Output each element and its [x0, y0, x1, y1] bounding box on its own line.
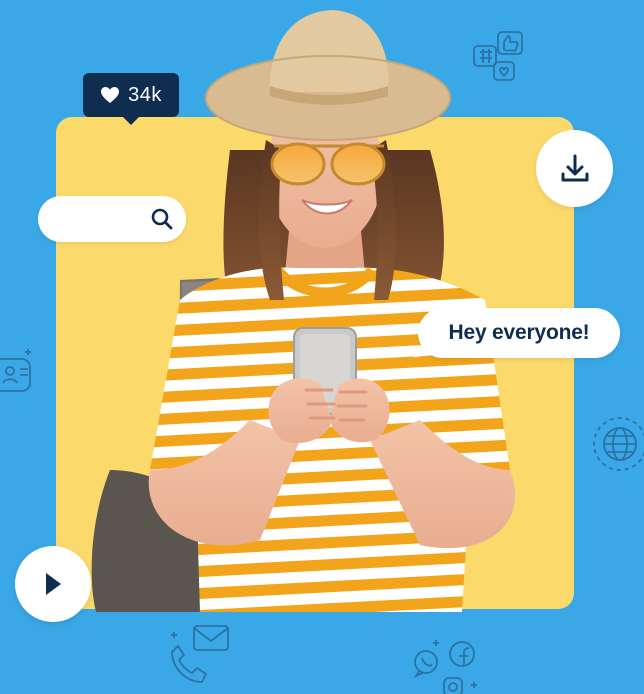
- likes-count: 34k: [128, 83, 162, 106]
- chat-bubble-text: Hey everyone!: [448, 321, 590, 344]
- search-icon[interactable]: [150, 207, 174, 231]
- chat-bubble: Hey everyone!: [418, 308, 620, 358]
- contact-card-icon: [0, 349, 31, 392]
- download-icon: [561, 154, 588, 181]
- phone-mail-icon: [171, 625, 229, 683]
- globe-icon: [593, 417, 644, 471]
- play-button[interactable]: [15, 546, 91, 622]
- search-bar[interactable]: [38, 196, 186, 242]
- play-icon: [46, 573, 61, 595]
- hero-banner: 34k Hey everyone!: [0, 0, 644, 694]
- likes-badge: 34k: [83, 73, 179, 125]
- search-input[interactable]: [54, 204, 154, 236]
- social-media-icon: [413, 640, 477, 694]
- download-button[interactable]: [536, 130, 613, 207]
- heart-icon: [101, 87, 120, 103]
